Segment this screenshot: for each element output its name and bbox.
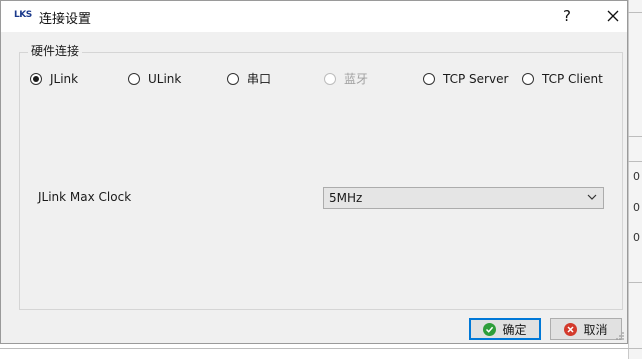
ok-button[interactable]: 确定 (469, 318, 541, 340)
hardware-connection-group (19, 52, 623, 310)
radio-label: TCP Client (542, 71, 603, 86)
connection-settings-dialog: LKS 连接设置 ? 硬件连接 JLink ULink 串口 蓝牙 TCP Se… (0, 0, 628, 344)
check-circle-icon (483, 322, 497, 336)
radio-label: 串口 (247, 72, 272, 86)
group-title: 硬件连接 (28, 42, 83, 59)
radio-label: JLink (50, 71, 79, 86)
radio-tcp-client[interactable]: TCP Client (522, 70, 603, 87)
cancel-button-label: 取消 (583, 322, 608, 337)
chevron-down-icon (587, 194, 597, 200)
close-button[interactable] (590, 1, 636, 32)
title-bar: LKS 连接设置 ? (1, 1, 627, 32)
cancel-circle-icon (564, 322, 578, 336)
cancel-button[interactable]: 取消 (550, 318, 622, 340)
background-divider (628, 282, 642, 283)
radio-circle[interactable] (522, 72, 534, 85)
radio-ulink[interactable]: ULink (128, 70, 181, 87)
radio-bluetooth: 蓝牙 (324, 70, 368, 87)
radio-circle[interactable] (30, 72, 42, 85)
radio-label: TCP Server (443, 71, 509, 86)
radio-label: ULink (148, 71, 182, 86)
max-clock-label: JLink Max Clock (38, 190, 132, 204)
background-divider (628, 136, 642, 137)
max-clock-value: 5MHz (329, 191, 363, 205)
close-icon (607, 10, 619, 22)
background-cell-value: 0 (633, 231, 640, 244)
radio-circle[interactable] (423, 72, 435, 85)
help-button[interactable]: ? (544, 1, 590, 32)
background-cell-value: 0 (633, 170, 640, 183)
radio-serial[interactable]: 串口 (227, 70, 271, 87)
window-title: 连接设置 (39, 12, 92, 27)
radio-circle (324, 72, 336, 85)
background-divider (628, 161, 642, 162)
background-divider (0, 348, 642, 349)
radio-circle[interactable] (128, 72, 140, 85)
radio-jlink[interactable]: JLink (30, 70, 78, 87)
radio-label: 蓝牙 (344, 72, 369, 86)
max-clock-select[interactable]: 5MHz (323, 187, 604, 209)
ok-button-label: 确定 (502, 322, 527, 337)
radio-tcp-server[interactable]: TCP Server (423, 70, 508, 87)
app-logo: LKS (14, 10, 32, 20)
resize-grip-icon[interactable] (615, 331, 625, 341)
radio-circle[interactable] (227, 72, 239, 85)
background-cell-value: 0 (633, 201, 640, 214)
